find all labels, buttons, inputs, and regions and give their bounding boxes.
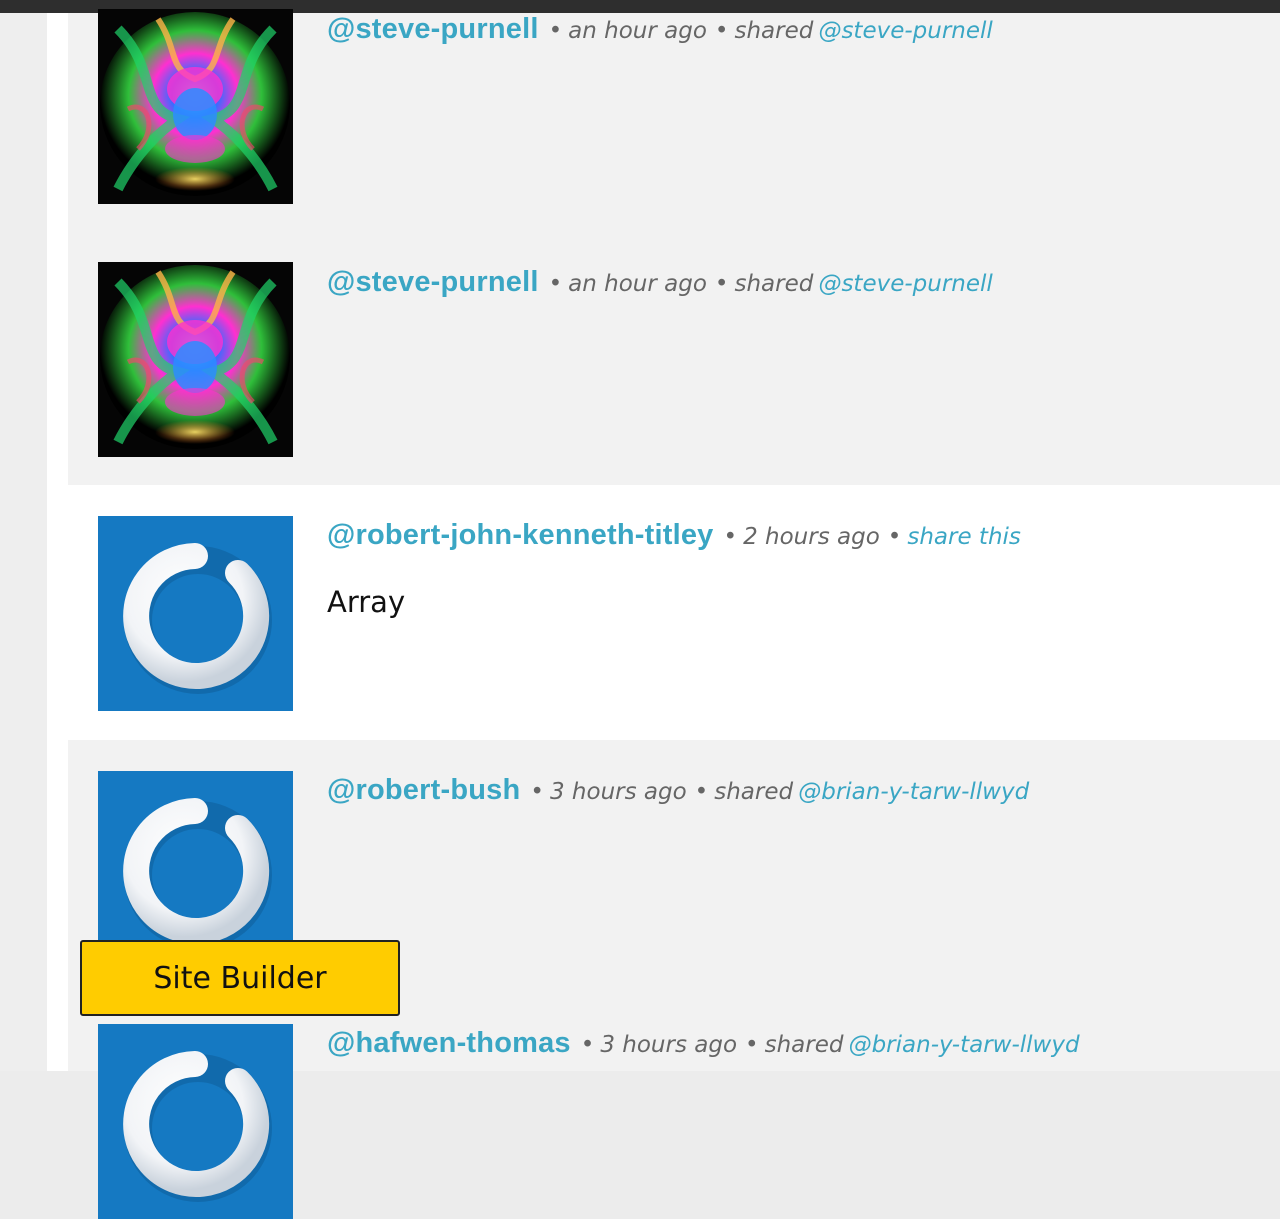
feed-item-meta: @hafwen-thomas • 3 hours ago • shared @brian… — [327, 1027, 1080, 1060]
timestamp: an hour ago — [568, 18, 707, 44]
feed-item-meta: @robert-john-kenneth-titley • 2 hours ago •… — [327, 519, 1021, 552]
action-text: shared — [714, 779, 794, 805]
avatar[interactable] — [98, 9, 293, 204]
separator: • — [745, 1032, 759, 1058]
feed-item: @robert-john-kenneth-titley • 2 hours ago •… — [68, 485, 1280, 740]
feed-left-border — [47, 13, 68, 1071]
separator: • — [548, 18, 563, 44]
gravatar-default-avatar-icon — [98, 771, 293, 966]
shared-user-link[interactable]: @steve-purnell — [818, 18, 992, 44]
feed-item-meta: @steve-purnell • an hour ago • shared @steve… — [327, 266, 993, 299]
shared-user-link[interactable]: @brian-y-tarw-llwyd — [849, 1032, 1080, 1058]
smoke-art-avatar-icon — [98, 262, 293, 457]
share-this-link[interactable]: share this — [907, 524, 1021, 550]
avatar[interactable] — [98, 262, 293, 457]
separator: • — [548, 271, 563, 297]
timestamp: an hour ago — [568, 271, 707, 297]
user-handle-link[interactable]: @steve-purnell — [327, 266, 539, 298]
shared-user-link[interactable]: @brian-y-tarw-llwyd — [798, 779, 1029, 805]
left-gutter — [0, 13, 47, 1071]
shared-user-link[interactable]: @steve-purnell — [818, 271, 992, 297]
timestamp: 2 hours ago — [743, 524, 880, 550]
timestamp: 3 hours ago — [600, 1032, 738, 1058]
feed-item: @robert-bush • 3 hours ago • shared @brian-y… — [68, 740, 1280, 1071]
feed-item: @steve-purnell • an hour ago • shared @steve… — [68, 13, 1280, 234]
feed-item-meta: @robert-bush • 3 hours ago • shared @brian-y… — [327, 774, 1029, 807]
separator: • — [530, 779, 544, 805]
user-handle-link[interactable]: @hafwen-thomas — [327, 1027, 571, 1059]
site-builder-button[interactable]: Site Builder — [80, 940, 400, 1016]
gravatar-default-avatar-icon — [98, 1024, 293, 1219]
post-body: Array — [327, 585, 406, 619]
user-handle-link[interactable]: @steve-purnell — [327, 13, 539, 45]
smoke-art-avatar-icon — [98, 9, 293, 204]
separator: • — [714, 271, 729, 297]
timestamp: 3 hours ago — [549, 779, 687, 805]
avatar[interactable] — [98, 1024, 293, 1219]
avatar[interactable] — [98, 516, 293, 711]
separator: • — [580, 1032, 595, 1058]
user-handle-link[interactable]: @robert-bush — [327, 774, 520, 806]
action-text: shared — [764, 1032, 844, 1058]
action-text: shared — [734, 18, 814, 44]
separator: • — [694, 779, 709, 805]
gravatar-default-avatar-icon — [98, 516, 293, 711]
separator: • — [887, 524, 902, 550]
activity-feed: @steve-purnell • an hour ago • shared @steve… — [68, 13, 1280, 1071]
feed-item-meta: @steve-purnell • an hour ago • shared @steve… — [327, 13, 993, 46]
action-text: shared — [734, 271, 814, 297]
user-handle-link[interactable]: @robert-john-kenneth-titley — [327, 519, 714, 551]
separator: • — [714, 18, 729, 44]
feed-item: @steve-purnell • an hour ago • shared @steve… — [68, 234, 1280, 485]
separator: • — [723, 524, 738, 550]
avatar[interactable] — [98, 771, 293, 966]
